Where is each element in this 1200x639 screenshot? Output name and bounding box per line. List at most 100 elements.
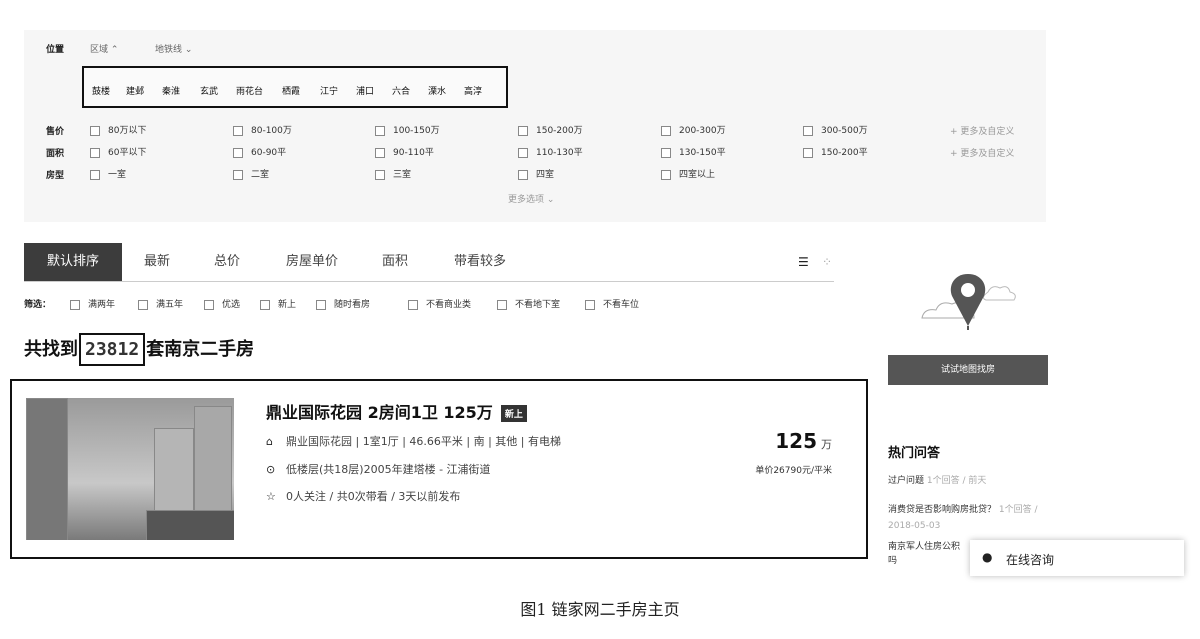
- layout-option[interactable]: 一室: [90, 167, 126, 180]
- area-option[interactable]: 60-90平: [233, 145, 286, 158]
- screen-option[interactable]: 优选: [204, 297, 240, 310]
- screen-option[interactable]: 不看地下室: [497, 297, 560, 310]
- listing-card[interactable]: 鼎业国际花园 2房间1卫 125万 新上 ⌂ 鼎业国际花园 | 1室1厅 | 46.…: [10, 379, 868, 559]
- checkbox[interactable]: [661, 147, 671, 158]
- checkbox[interactable]: [375, 125, 385, 136]
- price-option[interactable]: 200-300万: [661, 123, 726, 136]
- grid-view-icon[interactable]: ⁘: [822, 255, 832, 269]
- checkbox[interactable]: [138, 299, 148, 310]
- location-label: 位置: [46, 45, 65, 55]
- district-item[interactable]: 江宁: [320, 84, 338, 97]
- area-option[interactable]: 110-130平: [518, 145, 583, 158]
- district-item[interactable]: 建邺: [126, 84, 144, 97]
- listing-photo[interactable]: [26, 398, 234, 540]
- area-option[interactable]: 90-110平: [375, 145, 434, 158]
- listing-total-price: 125 万: [775, 429, 832, 453]
- checkbox[interactable]: [204, 299, 214, 310]
- checkbox[interactable]: [518, 169, 528, 180]
- gate-shape: [146, 510, 234, 540]
- tab-area[interactable]: 面积: [382, 243, 408, 281]
- checkbox[interactable]: [233, 125, 243, 136]
- qa-item[interactable]: 消费贷是否影响购房批贷？ 1个回答 / 2018-05-03: [888, 502, 1048, 534]
- layout-option[interactable]: 四室: [518, 167, 554, 180]
- district-item[interactable]: 玄武: [200, 84, 218, 97]
- checkbox[interactable]: [518, 147, 528, 158]
- list-view-icon[interactable]: ☰: [798, 255, 809, 269]
- checkbox[interactable]: [70, 299, 80, 310]
- checkbox[interactable]: [375, 169, 385, 180]
- location-pin-icon: ⊙: [266, 463, 276, 476]
- checkbox[interactable]: [803, 125, 813, 136]
- chevron-down-icon: ⌄: [546, 195, 555, 205]
- checkbox[interactable]: [661, 169, 671, 180]
- district-item[interactable]: 秦淮: [162, 84, 180, 97]
- sort-bar: 默认排序 最新 总价 房屋单价 面积 带看较多 ☰ ⁘: [24, 243, 834, 282]
- consult-label: 在线咨询: [1006, 553, 1055, 567]
- checkbox[interactable]: [585, 299, 595, 310]
- price-option[interactable]: 300-500万: [803, 123, 868, 136]
- house-icon: ⌂: [266, 435, 273, 448]
- star-icon: ☆: [266, 490, 276, 503]
- tab-unit-price[interactable]: 房屋单价: [286, 243, 338, 281]
- tab-total-price[interactable]: 总价: [214, 243, 240, 281]
- price-option[interactable]: 80万以下: [90, 123, 146, 136]
- qa-item[interactable]: 过户问题 1个回答 / 前天: [888, 473, 986, 486]
- area-option[interactable]: 60平以下: [90, 145, 146, 158]
- result-count: 共找到 23812 套南京二手房: [24, 333, 254, 366]
- checkbox[interactable]: [90, 125, 100, 136]
- screen-option[interactable]: 不看车位: [585, 297, 639, 310]
- checkbox[interactable]: [497, 299, 507, 310]
- price-option[interactable]: 150-200万: [518, 123, 583, 136]
- district-item[interactable]: 鼓楼: [92, 84, 110, 97]
- screen-option[interactable]: 新上: [260, 297, 296, 310]
- qa-item[interactable]: 南京军人住房公积吗: [888, 540, 960, 568]
- checkbox[interactable]: [803, 147, 813, 158]
- checkbox[interactable]: [375, 147, 385, 158]
- area-tab[interactable]: 区域 ⌃: [90, 42, 118, 55]
- layout-option[interactable]: 四室以上: [661, 167, 715, 180]
- area-option[interactable]: 130-150平: [661, 145, 726, 158]
- checkbox[interactable]: [233, 147, 243, 158]
- layout-option[interactable]: 三室: [375, 167, 411, 180]
- checkbox[interactable]: [316, 299, 326, 310]
- district-item[interactable]: 六合: [392, 84, 410, 97]
- price-more-custom[interactable]: + 更多及自定义: [950, 124, 1014, 137]
- price-label: 售价: [46, 127, 65, 137]
- chevron-down-icon: ⌄: [184, 45, 193, 55]
- screen-option[interactable]: 不看商业类: [408, 297, 471, 310]
- result-count-number: 23812: [79, 333, 146, 366]
- checkbox[interactable]: [90, 147, 100, 158]
- area-option[interactable]: 150-200平: [803, 145, 868, 158]
- tab-most-viewed[interactable]: 带看较多: [454, 243, 506, 281]
- checkbox[interactable]: [661, 125, 671, 136]
- listing-unit-price: 单价26790元/平米: [755, 466, 832, 476]
- price-option[interactable]: 80-100万: [233, 123, 292, 136]
- district-item[interactable]: 浦口: [356, 84, 374, 97]
- listing-title[interactable]: 鼎业国际花园 2房间1卫 125万 新上: [266, 399, 527, 423]
- map-search-button[interactable]: 试试地图找房: [888, 355, 1048, 385]
- building-shape: [26, 398, 68, 540]
- area-more-custom[interactable]: + 更多及自定义: [950, 146, 1014, 159]
- hot-qa-title: 热门问答: [888, 446, 941, 461]
- listing-follow-info: ☆ 0人关注 / 共0次带看 / 3天以前发布: [266, 490, 461, 503]
- screen-option[interactable]: 随时看房: [316, 297, 370, 310]
- checkbox[interactable]: [518, 125, 528, 136]
- checkbox[interactable]: [90, 169, 100, 180]
- checkbox[interactable]: [408, 299, 418, 310]
- district-item[interactable]: 栖霞: [282, 84, 300, 97]
- metro-tab[interactable]: 地铁线 ⌄: [155, 42, 192, 55]
- district-item[interactable]: 高淳: [464, 84, 482, 97]
- screen-option[interactable]: 满两年: [70, 297, 115, 310]
- checkbox[interactable]: [233, 169, 243, 180]
- tab-newest[interactable]: 最新: [144, 243, 170, 281]
- price-option[interactable]: 100-150万: [375, 123, 440, 136]
- checkbox[interactable]: [260, 299, 270, 310]
- chat-bubble-icon: ●: [982, 550, 993, 564]
- screen-option[interactable]: 满五年: [138, 297, 183, 310]
- online-consult-button[interactable]: ● 在线咨询: [970, 540, 1184, 576]
- layout-option[interactable]: 二室: [233, 167, 269, 180]
- tab-default-sort[interactable]: 默认排序: [24, 243, 122, 281]
- district-item[interactable]: 溧水: [428, 84, 446, 97]
- more-options-toggle[interactable]: 更多选项 ⌄: [508, 192, 554, 205]
- district-item[interactable]: 雨花台: [236, 84, 263, 97]
